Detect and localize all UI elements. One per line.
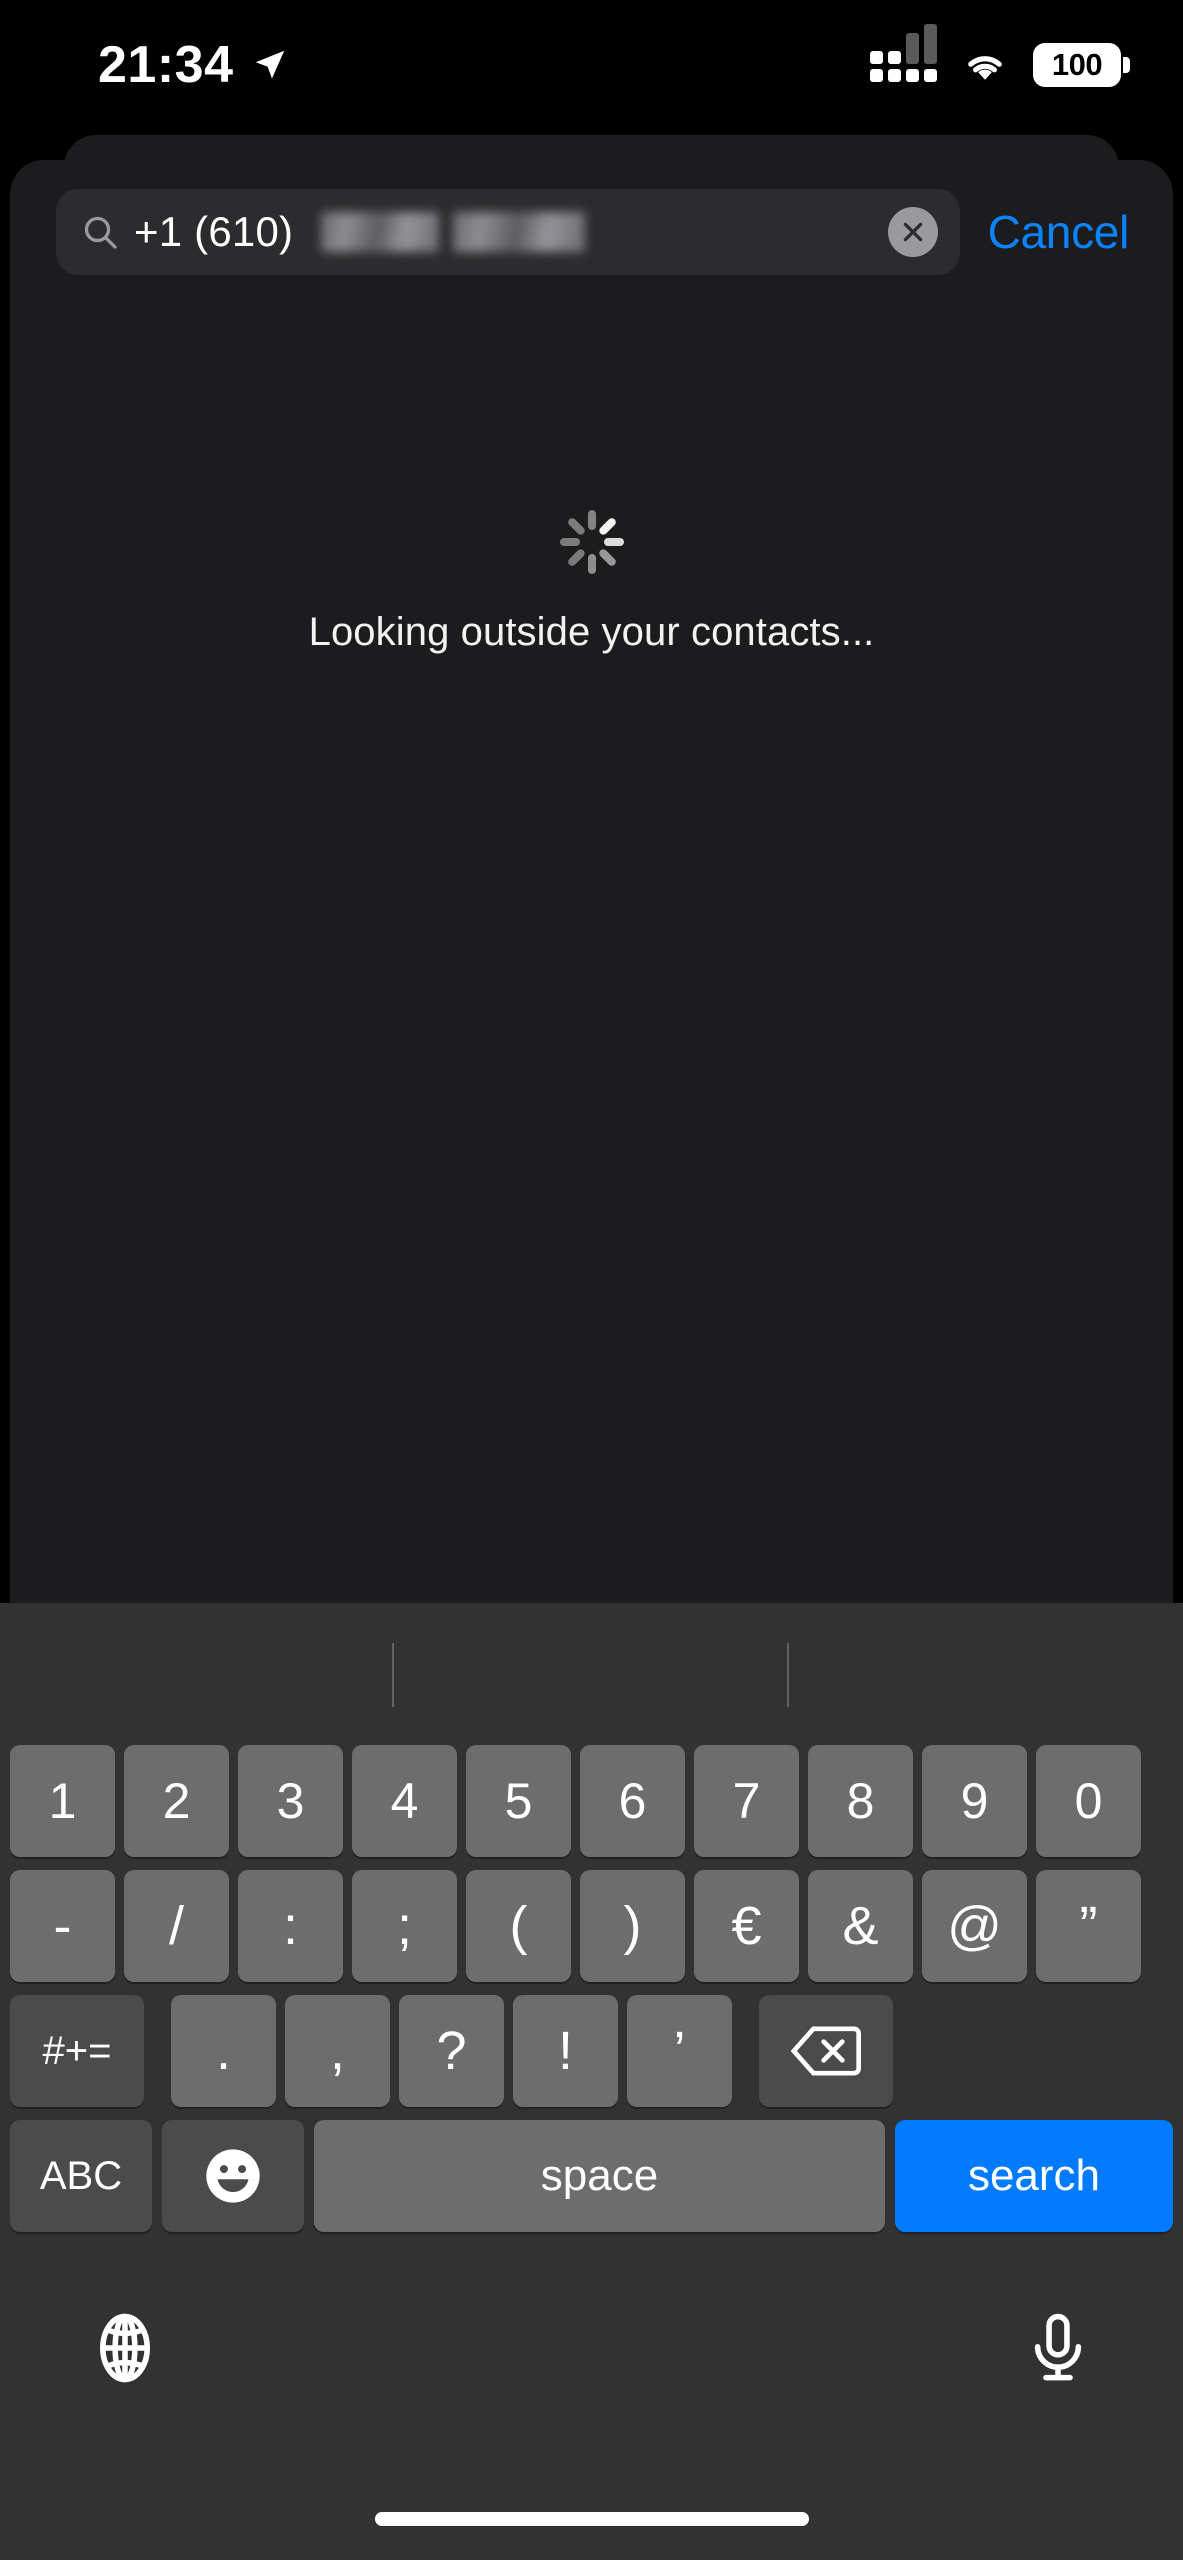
iphone-screen: 21:34 100 +1 (610) Cancel Looking outsid… [0,0,1183,2560]
clear-search-button[interactable] [887,207,938,257]
key-period[interactable]: . [171,1995,276,2107]
abc-key[interactable]: ABC [10,2120,152,2232]
status-bar-left: 21:34 [98,39,288,91]
close-icon [903,222,922,242]
battery-nub [1123,57,1130,73]
status-bar-right: 100 [870,24,1130,87]
key-colon[interactable]: : [238,1870,343,1982]
key-quote[interactable]: ” [1036,1870,1141,1982]
key-exclamation[interactable]: ! [513,1995,618,2107]
key-euro[interactable]: € [694,1870,799,1982]
search-icon [84,216,117,249]
cellular-signal-icon [870,24,937,82]
backspace-key[interactable] [759,1995,893,2107]
search-input-redacted-digits [321,210,941,254]
home-indicator[interactable] [374,2512,809,2526]
emoji-smiley-icon [206,2149,260,2203]
status-bar-clock: 21:34 [98,36,234,94]
keyboard-row-numbers: 1 2 3 4 5 6 7 8 9 0 [0,1745,1183,1857]
key-6[interactable]: 6 [580,1745,685,1857]
search-return-key[interactable]: search [895,2120,1173,2232]
key-7[interactable]: 7 [694,1745,799,1857]
microphone-icon[interactable] [1021,2311,1095,2385]
key-8[interactable]: 8 [808,1745,913,1857]
search-bar-row: +1 (610) Cancel [10,189,1173,275]
key-3[interactable]: 3 [238,1745,343,1857]
status-bar: 21:34 100 [0,0,1183,130]
battery-full-icon: 100 [1033,43,1130,87]
search-input-value: +1 (610) [134,208,294,255]
predictive-text-bar [0,1603,1183,1743]
keyboard-row-bottom: ABC space search [0,2120,1183,2232]
backspace-icon [791,2026,861,2076]
key-0[interactable]: 0 [1036,1745,1141,1857]
cancel-button[interactable]: Cancel [966,209,1155,255]
key-9[interactable]: 9 [922,1745,1027,1857]
space-key[interactable]: space [314,2120,885,2232]
loading-state: Looking outside your contacts... [10,510,1173,652]
key-5[interactable]: 5 [466,1745,571,1857]
key-left-paren[interactable]: ( [466,1870,571,1982]
key-semicolon[interactable]: ; [352,1870,457,1982]
key-2[interactable]: 2 [124,1745,229,1857]
key-slash[interactable]: / [124,1870,229,1982]
predictive-divider-2 [787,1643,789,1707]
location-arrow-icon [255,50,284,79]
key-4[interactable]: 4 [352,1745,457,1857]
battery-percent-label: 100 [1051,47,1103,82]
keyboard-row-punctuation: #+= . , ? ! ’ [0,1995,1183,2107]
key-1[interactable]: 1 [10,1745,115,1857]
wifi-icon [968,56,1002,80]
globe-icon[interactable] [88,2311,162,2385]
symbol-shift-key[interactable]: #+= [10,1995,144,2107]
software-keyboard: 1 2 3 4 5 6 7 8 9 0 - / : ; ( ) € & @ ” … [0,1603,1183,2560]
keyboard-utility-row [0,2258,1183,2438]
key-at[interactable]: @ [922,1870,1027,1982]
key-apostrophe[interactable]: ’ [627,1995,732,2107]
key-hyphen[interactable]: - [10,1870,115,1982]
keyboard-row-symbols: - / : ; ( ) € & @ ” [0,1870,1183,1982]
key-right-paren[interactable]: ) [580,1870,685,1982]
key-question[interactable]: ? [399,1995,504,2107]
search-input[interactable]: +1 (610) [56,189,960,275]
contact-search-sheet: +1 (610) Cancel Looking outside your con… [10,160,1173,1603]
loading-spinner-icon [559,510,624,574]
loading-status-text: Looking outside your contacts... [308,610,875,654]
key-comma[interactable]: , [285,1995,390,2107]
emoji-key[interactable] [162,2120,304,2232]
predictive-divider-1 [392,1643,394,1707]
key-ampersand[interactable]: & [808,1870,913,1982]
